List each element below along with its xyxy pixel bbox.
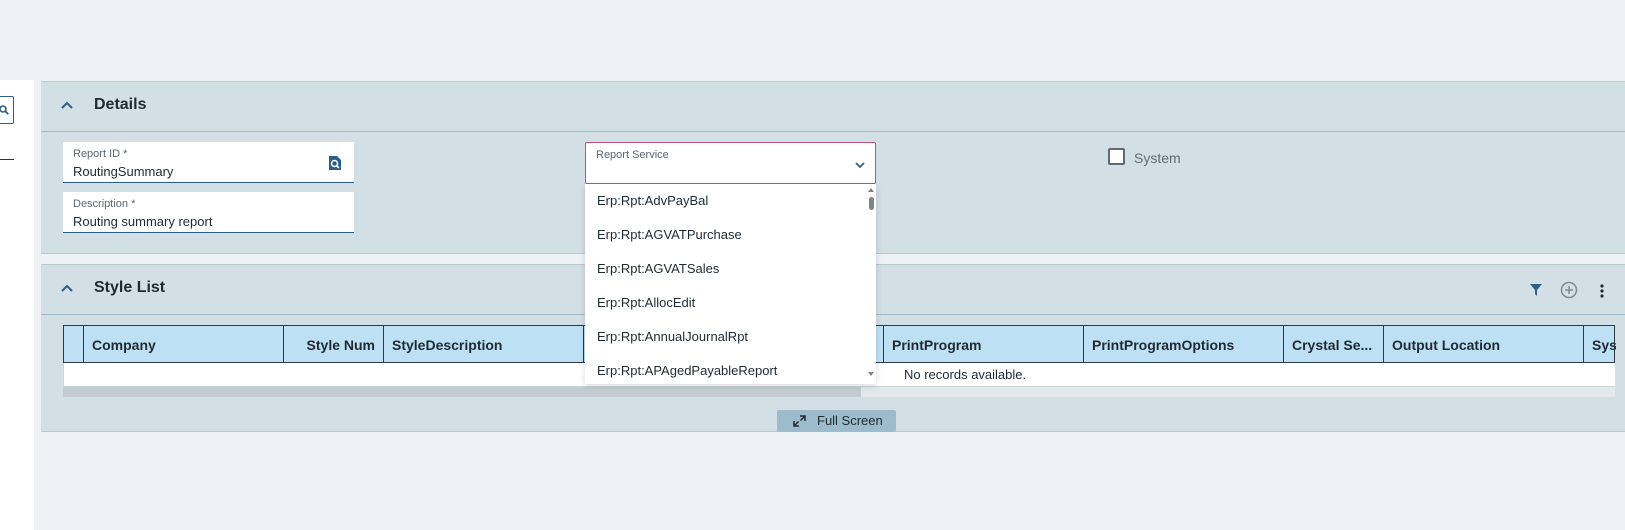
scroll-up-icon[interactable] — [868, 188, 874, 192]
left-divider — [0, 159, 14, 160]
column-company[interactable]: Company — [84, 326, 284, 362]
column-crystal-service[interactable]: Crystal Se... — [1284, 326, 1384, 362]
report-id-field[interactable]: Report ID * RoutingSummary — [63, 142, 354, 183]
column-print-program[interactable]: PrintProgram — [884, 326, 1084, 362]
style-list-title: Style List — [94, 279, 166, 296]
left-side-panel — [0, 80, 34, 530]
description-field[interactable]: Description * Routing summary report — [63, 192, 354, 233]
column-print-program-options[interactable]: PrintProgramOptions — [1084, 326, 1284, 362]
dropdown-option[interactable]: Erp:Rpt:AGVATPurchase — [597, 227, 742, 242]
full-screen-button[interactable]: Full Screen — [777, 410, 896, 432]
report-service-label: Report Service — [596, 149, 669, 161]
horizontal-scrollbar-thumb[interactable] — [63, 387, 861, 397]
search-icon — [0, 105, 9, 115]
search-document-icon[interactable] — [328, 155, 342, 171]
dropdown-option[interactable]: Erp:Rpt:AdvPayBal — [597, 193, 708, 208]
filter-icon[interactable] — [1529, 283, 1543, 297]
report-id-value[interactable]: RoutingSummary — [73, 164, 173, 179]
more-vertical-icon[interactable] — [1599, 284, 1605, 298]
report-service-dropdown: Erp:Rpt:AdvPayBal Erp:Rpt:AGVATPurchase … — [585, 184, 876, 384]
column-system[interactable]: Sys — [1584, 326, 1616, 362]
column-output-location[interactable]: Output Location — [1384, 326, 1584, 362]
chevron-down-icon[interactable] — [855, 162, 865, 169]
column-style-num[interactable]: Style Num — [284, 326, 384, 362]
full-screen-label: Full Screen — [817, 413, 883, 428]
dropdown-scrollbar-thumb[interactable] — [869, 197, 874, 210]
details-title: Details — [94, 96, 147, 113]
dropdown-option[interactable]: Erp:Rpt:APAgedPayableReport — [597, 363, 777, 378]
dropdown-scrollbar[interactable] — [866, 184, 876, 384]
dropdown-option[interactable]: Erp:Rpt:AnnualJournalRpt — [597, 329, 748, 344]
description-label: Description * — [73, 198, 136, 210]
system-checkbox[interactable] — [1108, 148, 1125, 165]
left-search-button[interactable] — [0, 96, 14, 124]
system-label: System — [1134, 150, 1181, 166]
chevron-up-icon[interactable] — [61, 101, 73, 109]
horizontal-scrollbar[interactable] — [63, 387, 1615, 397]
scroll-down-icon[interactable] — [868, 372, 874, 376]
description-value[interactable]: Routing summary report — [73, 214, 212, 229]
report-id-label: Report ID * — [73, 148, 128, 160]
chevron-up-icon[interactable] — [61, 284, 73, 292]
expand-icon — [793, 415, 806, 427]
dropdown-option[interactable]: Erp:Rpt:AGVATSales — [597, 261, 719, 276]
add-circle-icon[interactable] — [1560, 281, 1578, 299]
dropdown-option[interactable]: Erp:Rpt:AllocEdit — [597, 295, 695, 310]
grid-select-column[interactable] — [64, 326, 84, 362]
column-style-description[interactable]: StyleDescription — [384, 326, 584, 362]
details-header[interactable]: Details — [41, 82, 1625, 132]
no-records-message: No records available. — [904, 367, 1027, 382]
report-service-select[interactable]: Report Service — [585, 142, 876, 184]
